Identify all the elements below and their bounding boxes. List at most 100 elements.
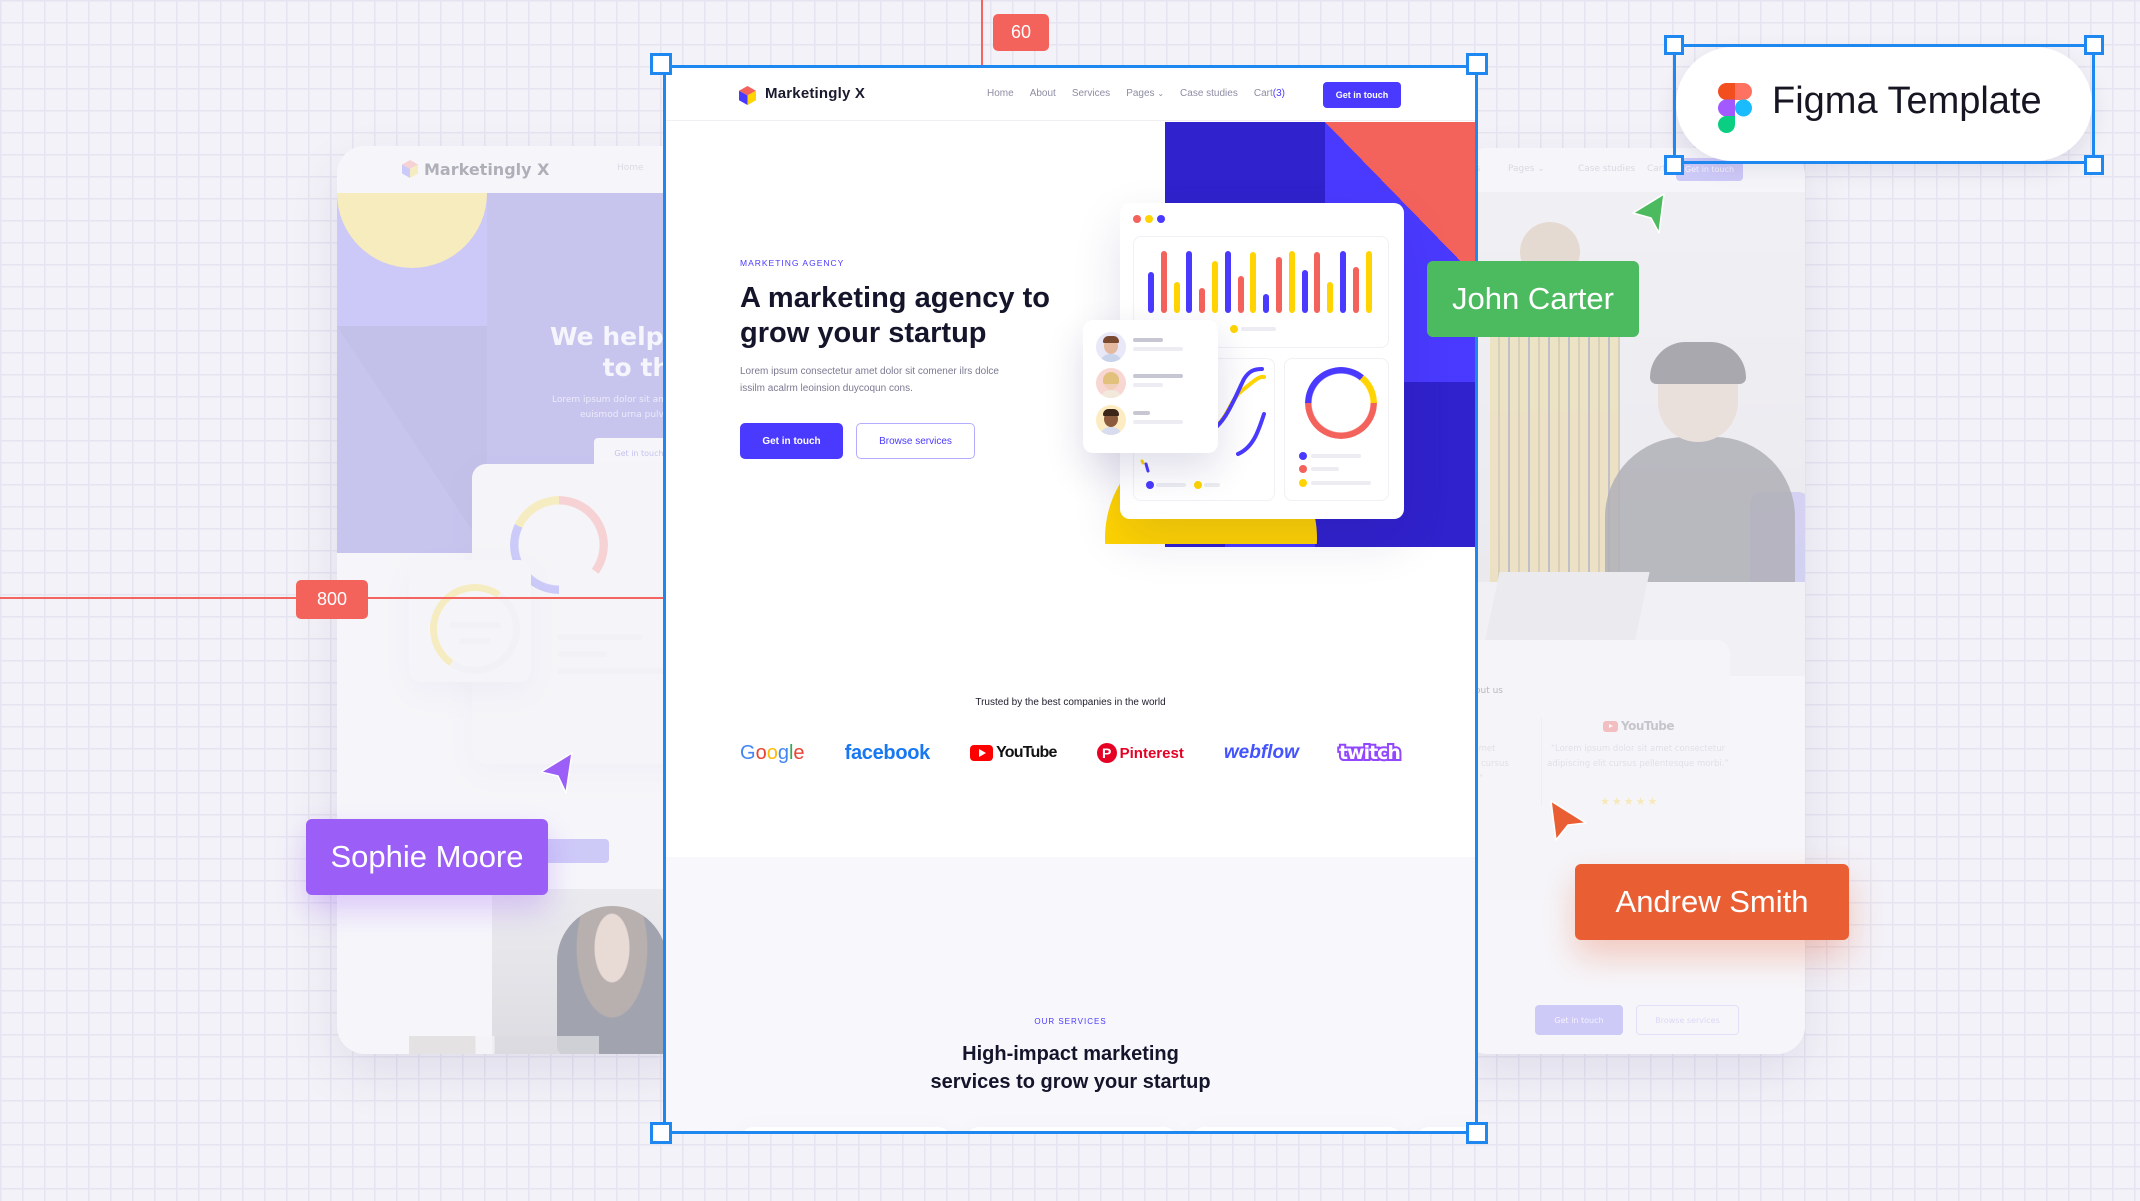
nav-link-label: Pages — [1508, 164, 1535, 174]
pinterest-wordmark: Pinterest — [1119, 744, 1184, 762]
placeholder-line — [557, 668, 677, 674]
trusted-heading: Trusted by the best companies in the wor… — [975, 697, 1166, 708]
google-letter: o — [755, 741, 767, 764]
placeholder-line — [1311, 454, 1361, 458]
right-page-browse-services-button: Browse services — [1636, 1005, 1739, 1035]
play-icon — [970, 745, 994, 761]
team-members-card — [1083, 320, 1218, 453]
avatar-body — [1100, 390, 1122, 398]
left-page-brand: Marketingly X — [424, 160, 550, 179]
chart-bar — [1340, 251, 1346, 313]
facebook-logo: facebook — [844, 741, 931, 764]
resize-handle-top-right[interactable] — [1466, 53, 1488, 75]
resize-handle-top-left[interactable] — [650, 53, 672, 75]
chart-bar — [1186, 251, 1193, 313]
services-title-line: High-impact marketing — [962, 1043, 1179, 1065]
nav-link-case-studies[interactable]: Case studies — [1180, 88, 1238, 99]
hero-text-line: Lorem ipsum dolor sit amet — [552, 395, 676, 405]
right-page-nav-link: Pages ⌄ — [1508, 164, 1545, 174]
rating-stars: ★★★★★ — [1600, 795, 1660, 808]
youtube-logo: YouTube — [1603, 719, 1675, 733]
resize-handle-bottom-left[interactable] — [650, 1122, 672, 1144]
nav-link-pages[interactable]: Pages ⌄ — [1126, 88, 1164, 99]
cursor-arrow-icon — [540, 752, 573, 794]
testimonial-quote: “Lorem ipsum dolor sit amet consectetur … — [1547, 744, 1729, 769]
left-background-page: Marketingly X Home We help s to the Lore… — [337, 146, 697, 1054]
resize-handle[interactable] — [1664, 35, 1684, 55]
cube-logo-icon — [739, 86, 756, 105]
ruler-guide-vertical — [981, 0, 983, 66]
right-page-nav-link: Case studies — [1578, 164, 1636, 174]
chart-bar — [1250, 252, 1257, 313]
chevron-down-icon: ⌄ — [1157, 89, 1165, 98]
collaborator-tag-sophie: Sophie Moore — [306, 819, 548, 895]
nav-link-home[interactable]: Home — [987, 88, 1014, 99]
nav-link-services[interactable]: Services — [1072, 88, 1110, 99]
avatar-body — [1100, 427, 1122, 435]
placeholder-line — [1133, 411, 1150, 415]
legend-dot-icon — [1299, 479, 1307, 487]
cursor-arrow-icon — [1550, 800, 1587, 841]
browse-services-button[interactable]: Browse services — [856, 423, 975, 459]
pinterest-icon: P — [1096, 743, 1117, 763]
play-icon — [1603, 720, 1618, 732]
placeholder-line — [1311, 467, 1339, 471]
photo-person-hat — [1650, 342, 1746, 384]
brand-name[interactable]: Marketingly X — [765, 85, 865, 102]
window-dot-icon — [1157, 215, 1165, 223]
placeholder-line — [1133, 374, 1183, 378]
service-card[interactable] — [1192, 1127, 1401, 1132]
hero-subtitle: Lorem ipsum consectetur amet dolor sit c… — [740, 366, 999, 394]
chart-bar — [1173, 282, 1180, 313]
left-page-nav-home: Home — [617, 163, 644, 173]
cube-logo-icon — [402, 160, 418, 178]
legend-dot-icon — [1146, 481, 1154, 489]
chevron-down-icon: ⌄ — [1537, 164, 1545, 174]
chart-bar — [1148, 272, 1154, 313]
main-page-frame[interactable]: Marketingly X Home About Services Pages … — [665, 67, 1476, 1132]
service-card[interactable] — [741, 1127, 950, 1132]
nav-link-about[interactable]: About — [1030, 88, 1056, 99]
services-eyebrow: OUR SERVICES — [1034, 1017, 1107, 1026]
legend-dot-icon — [1299, 465, 1307, 473]
avatar-man — [1096, 332, 1126, 362]
google-logo: Google — [740, 742, 805, 765]
resize-handle[interactable] — [2084, 35, 2104, 55]
collaborator-tag-john: John Carter — [1427, 261, 1639, 337]
google-letter: g — [777, 741, 789, 764]
avatar-body — [1100, 354, 1122, 362]
placeholder-line — [1156, 483, 1186, 487]
placeholder-line — [557, 651, 607, 657]
placeholder-line — [1133, 338, 1163, 342]
section-heading: out us — [1475, 686, 1503, 696]
nav-links: Home About Services Pages ⌄ Case studies… — [987, 88, 1285, 99]
resize-handle[interactable] — [2084, 155, 2104, 175]
nav-link-cart[interactable]: Cart(3) — [1254, 88, 1285, 99]
service-card[interactable] — [967, 1127, 1176, 1132]
chart-bar — [1301, 269, 1308, 313]
chart-bar — [1263, 294, 1270, 313]
chart-bar — [1199, 288, 1206, 313]
placeholder-line — [1204, 483, 1220, 487]
avatar-hair — [1103, 409, 1119, 416]
figma-logo-icon — [1718, 83, 1752, 133]
hero-title: A marketing agency to grow your startup — [740, 282, 1050, 349]
cart-count: (3) — [1272, 88, 1285, 99]
twitch-logo: twitch — [1337, 740, 1403, 766]
nav-get-in-touch-button[interactable]: Get in touch — [1323, 82, 1401, 108]
get-in-touch-button[interactable]: Get in touch — [740, 423, 843, 459]
chart-bar — [1327, 282, 1334, 313]
google-letter: e — [793, 741, 805, 764]
placeholder-line — [557, 634, 642, 640]
youtube-logo: YouTube — [970, 744, 1057, 762]
chart-bar — [1365, 251, 1372, 313]
cursor-arrow-icon — [1632, 193, 1665, 234]
resize-handle[interactable] — [1664, 155, 1684, 175]
figma-template-badge: Figma Template — [1676, 47, 2092, 161]
placeholder-line — [449, 622, 501, 628]
window-dot-icon — [1145, 215, 1153, 223]
legend-dot-icon — [1194, 481, 1202, 489]
placeholder-line — [1133, 420, 1183, 424]
youtube-wordmark: YouTube — [996, 744, 1057, 761]
resize-handle-bottom-right[interactable] — [1466, 1122, 1488, 1144]
